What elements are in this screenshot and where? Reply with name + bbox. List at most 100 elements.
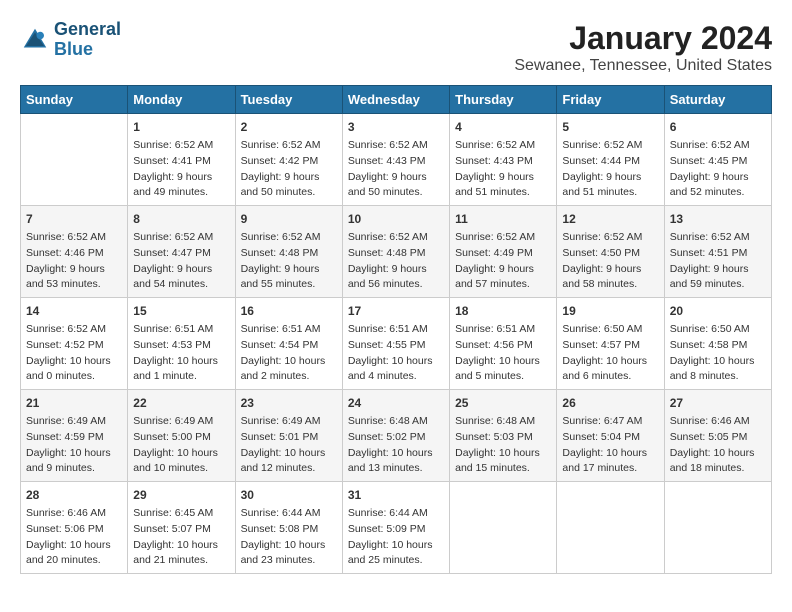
day-number: 19 xyxy=(562,302,658,320)
day-content: Sunrise: 6:52 AM Sunset: 4:43 PM Dayligh… xyxy=(348,138,444,201)
calendar-cell: 23Sunrise: 6:49 AM Sunset: 5:01 PM Dayli… xyxy=(235,390,342,482)
day-number: 22 xyxy=(133,394,229,412)
calendar-cell: 25 Sunrise: 6:48 AM Sunset: 5:03 PM Dayli… xyxy=(450,390,557,482)
calendar-cell: 4 Sunrise: 6:52 AM Sunset: 4:43 PM Daylig… xyxy=(450,114,557,206)
day-content: Sunrise: 6:52 AM Sunset: 4:48 PM Dayligh… xyxy=(241,230,337,293)
calendar-body: 1Sunrise: 6:52 AM Sunset: 4:41 PM Daylig… xyxy=(21,114,772,574)
day-content: Sunrise: 6:44 AM Sunset: 5:08 PM Dayligh… xyxy=(241,506,337,569)
calendar-header: SundayMondayTuesdayWednesdayThursdayFrid… xyxy=(21,86,772,114)
day-content: Sunrise: 6:50 AM Sunset: 4:57 PM Dayligh… xyxy=(562,322,658,385)
calendar-cell: 1Sunrise: 6:52 AM Sunset: 4:41 PM Daylig… xyxy=(128,114,235,206)
day-content: Sunrise: 6:52 AM Sunset: 4:43 PM Dayligh… xyxy=(455,138,551,201)
day-number: 16 xyxy=(241,302,337,320)
day-content: Sunrise: 6:52 AM Sunset: 4:41 PM Dayligh… xyxy=(133,138,229,201)
page-title: January 2024 xyxy=(514,20,772,57)
logo-icon xyxy=(20,25,50,55)
day-content: Sunrise: 6:45 AM Sunset: 5:07 PM Dayligh… xyxy=(133,506,229,569)
day-content: Sunrise: 6:52 AM Sunset: 4:49 PM Dayligh… xyxy=(455,230,551,293)
calendar-cell: 31Sunrise: 6:44 AM Sunset: 5:09 PM Dayli… xyxy=(342,482,449,574)
day-number: 6 xyxy=(670,118,766,136)
calendar-cell: 2 Sunrise: 6:52 AM Sunset: 4:42 PM Daylig… xyxy=(235,114,342,206)
day-content: Sunrise: 6:52 AM Sunset: 4:44 PM Dayligh… xyxy=(562,138,658,201)
calendar-cell: 30 Sunrise: 6:44 AM Sunset: 5:08 PM Dayli… xyxy=(235,482,342,574)
day-number: 25 xyxy=(455,394,551,412)
week-row-2: 7 Sunrise: 6:52 AM Sunset: 4:46 PM Daylig… xyxy=(21,206,772,298)
day-number: 3 xyxy=(348,118,444,136)
day-content: Sunrise: 6:51 AM Sunset: 4:55 PM Dayligh… xyxy=(348,322,444,385)
title-block: January 2024 Sewanee, Tennessee, United … xyxy=(514,20,772,75)
calendar-cell xyxy=(21,114,128,206)
day-number: 13 xyxy=(670,210,766,228)
day-number: 26 xyxy=(562,394,658,412)
calendar-cell: 3 Sunrise: 6:52 AM Sunset: 4:43 PM Daylig… xyxy=(342,114,449,206)
day-content: Sunrise: 6:49 AM Sunset: 4:59 PM Dayligh… xyxy=(26,414,122,477)
day-content: Sunrise: 6:46 AM Sunset: 5:05 PM Dayligh… xyxy=(670,414,766,477)
day-number: 5 xyxy=(562,118,658,136)
calendar-cell xyxy=(557,482,664,574)
calendar-cell: 17 Sunrise: 6:51 AM Sunset: 4:55 PM Dayli… xyxy=(342,298,449,390)
day-content: Sunrise: 6:48 AM Sunset: 5:03 PM Dayligh… xyxy=(455,414,551,477)
day-number: 27 xyxy=(670,394,766,412)
day-number: 14 xyxy=(26,302,122,320)
calendar-cell: 12Sunrise: 6:52 AM Sunset: 4:50 PM Dayli… xyxy=(557,206,664,298)
day-number: 21 xyxy=(26,394,122,412)
calendar-cell xyxy=(664,482,771,574)
calendar-cell: 8 Sunrise: 6:52 AM Sunset: 4:47 PM Daylig… xyxy=(128,206,235,298)
header-cell-wednesday: Wednesday xyxy=(342,86,449,114)
header-cell-monday: Monday xyxy=(128,86,235,114)
calendar-cell: 28Sunrise: 6:46 AM Sunset: 5:06 PM Dayli… xyxy=(21,482,128,574)
day-number: 12 xyxy=(562,210,658,228)
day-number: 11 xyxy=(455,210,551,228)
day-number: 30 xyxy=(241,486,337,504)
day-content: Sunrise: 6:50 AM Sunset: 4:58 PM Dayligh… xyxy=(670,322,766,385)
calendar-cell: 21 Sunrise: 6:49 AM Sunset: 4:59 PM Dayli… xyxy=(21,390,128,482)
logo-line2: Blue xyxy=(54,39,93,59)
calendar-cell: 11 Sunrise: 6:52 AM Sunset: 4:49 PM Dayli… xyxy=(450,206,557,298)
week-row-4: 21 Sunrise: 6:49 AM Sunset: 4:59 PM Dayli… xyxy=(21,390,772,482)
page-subtitle: Sewanee, Tennessee, United States xyxy=(514,57,772,75)
day-content: Sunrise: 6:52 AM Sunset: 4:47 PM Dayligh… xyxy=(133,230,229,293)
day-content: Sunrise: 6:52 AM Sunset: 4:51 PM Dayligh… xyxy=(670,230,766,293)
day-number: 10 xyxy=(348,210,444,228)
week-row-1: 1Sunrise: 6:52 AM Sunset: 4:41 PM Daylig… xyxy=(21,114,772,206)
page-header: General Blue January 2024 Sewanee, Tenne… xyxy=(20,20,772,75)
calendar-cell: 13 Sunrise: 6:52 AM Sunset: 4:51 PM Dayli… xyxy=(664,206,771,298)
calendar-cell: 5 Sunrise: 6:52 AM Sunset: 4:44 PM Daylig… xyxy=(557,114,664,206)
calendar-cell: 27 Sunrise: 6:46 AM Sunset: 5:05 PM Dayli… xyxy=(664,390,771,482)
day-number: 17 xyxy=(348,302,444,320)
header-cell-tuesday: Tuesday xyxy=(235,86,342,114)
calendar-cell: 14 Sunrise: 6:52 AM Sunset: 4:52 PM Dayli… xyxy=(21,298,128,390)
day-content: Sunrise: 6:52 AM Sunset: 4:45 PM Dayligh… xyxy=(670,138,766,201)
day-content: Sunrise: 6:52 AM Sunset: 4:42 PM Dayligh… xyxy=(241,138,337,201)
calendar-cell: 10Sunrise: 6:52 AM Sunset: 4:48 PM Dayli… xyxy=(342,206,449,298)
day-content: Sunrise: 6:51 AM Sunset: 4:56 PM Dayligh… xyxy=(455,322,551,385)
day-content: Sunrise: 6:44 AM Sunset: 5:09 PM Dayligh… xyxy=(348,506,444,569)
day-content: Sunrise: 6:52 AM Sunset: 4:46 PM Dayligh… xyxy=(26,230,122,293)
calendar-cell: 26 Sunrise: 6:47 AM Sunset: 5:04 PM Dayli… xyxy=(557,390,664,482)
day-number: 8 xyxy=(133,210,229,228)
calendar-cell: 16Sunrise: 6:51 AM Sunset: 4:54 PM Dayli… xyxy=(235,298,342,390)
day-number: 7 xyxy=(26,210,122,228)
day-content: Sunrise: 6:49 AM Sunset: 5:01 PM Dayligh… xyxy=(241,414,337,477)
day-number: 4 xyxy=(455,118,551,136)
day-number: 15 xyxy=(133,302,229,320)
header-cell-thursday: Thursday xyxy=(450,86,557,114)
calendar-cell: 20Sunrise: 6:50 AM Sunset: 4:58 PM Dayli… xyxy=(664,298,771,390)
week-row-3: 14 Sunrise: 6:52 AM Sunset: 4:52 PM Dayli… xyxy=(21,298,772,390)
day-number: 18 xyxy=(455,302,551,320)
calendar-cell: 19 Sunrise: 6:50 AM Sunset: 4:57 PM Dayli… xyxy=(557,298,664,390)
day-content: Sunrise: 6:49 AM Sunset: 5:00 PM Dayligh… xyxy=(133,414,229,477)
calendar-cell: 15 Sunrise: 6:51 AM Sunset: 4:53 PM Dayli… xyxy=(128,298,235,390)
day-content: Sunrise: 6:47 AM Sunset: 5:04 PM Dayligh… xyxy=(562,414,658,477)
calendar-cell: 18 Sunrise: 6:51 AM Sunset: 4:56 PM Dayli… xyxy=(450,298,557,390)
header-cell-saturday: Saturday xyxy=(664,86,771,114)
day-number: 28 xyxy=(26,486,122,504)
calendar-table: SundayMondayTuesdayWednesdayThursdayFrid… xyxy=(20,85,772,574)
calendar-cell: 29Sunrise: 6:45 AM Sunset: 5:07 PM Dayli… xyxy=(128,482,235,574)
day-number: 2 xyxy=(241,118,337,136)
day-content: Sunrise: 6:52 AM Sunset: 4:52 PM Dayligh… xyxy=(26,322,122,385)
day-number: 9 xyxy=(241,210,337,228)
calendar-cell: 24Sunrise: 6:48 AM Sunset: 5:02 PM Dayli… xyxy=(342,390,449,482)
logo: General Blue xyxy=(20,20,121,60)
day-content: Sunrise: 6:51 AM Sunset: 4:53 PM Dayligh… xyxy=(133,322,229,385)
